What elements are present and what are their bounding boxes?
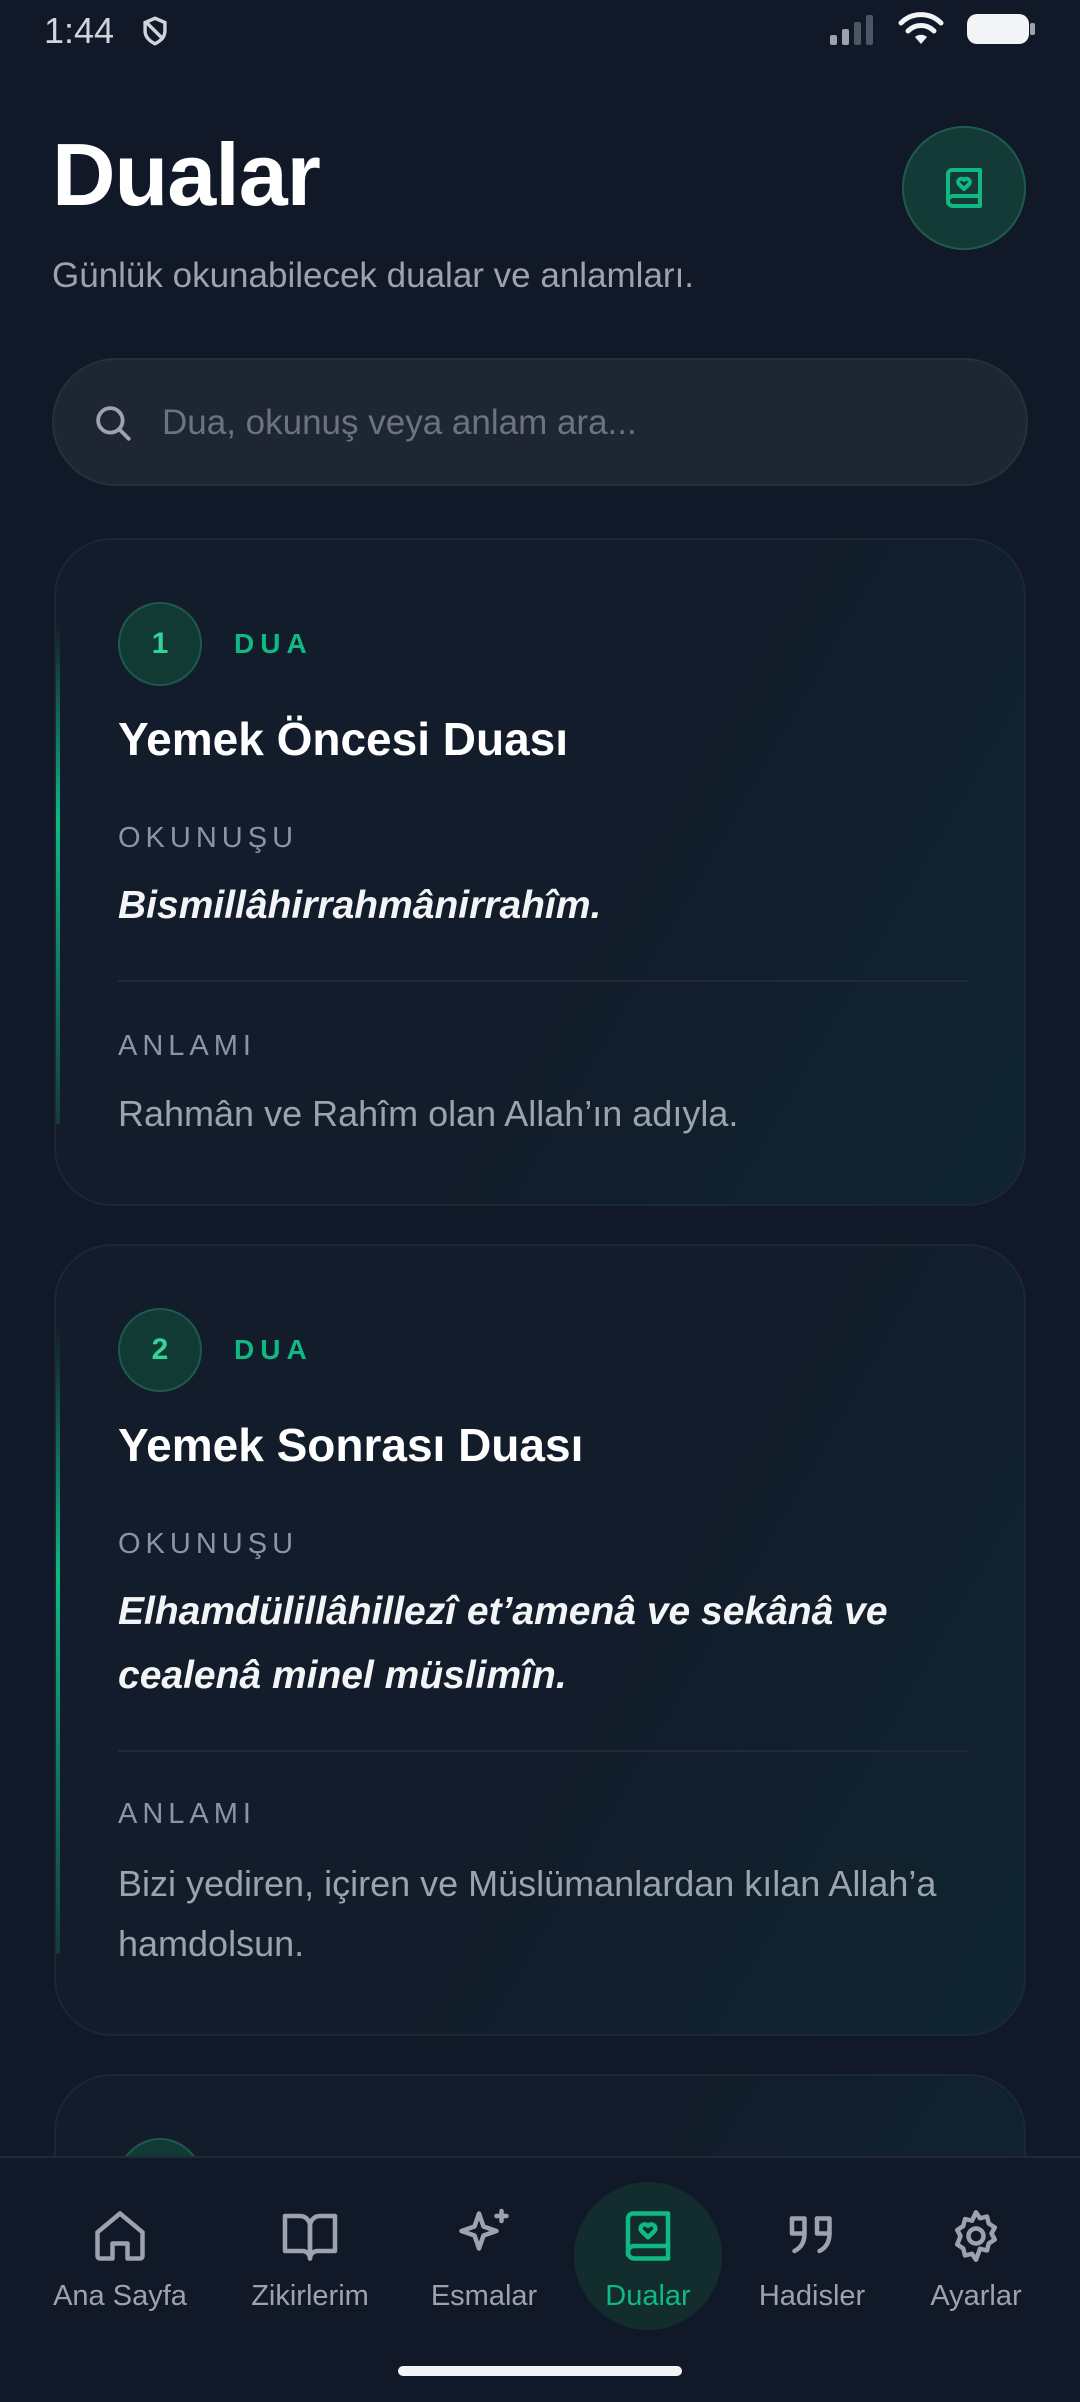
home-icon [95,2211,145,2261]
home-indicator[interactable] [398,2366,682,2376]
page-subtitle: Günlük okunabilecek dualar ve anlamları. [52,256,695,295]
reading-label: OKUNUŞU [118,1528,299,1560]
nav-item-esmalar[interactable]: Esmalar [404,2192,564,2342]
search-input[interactable] [160,390,984,456]
search-bar[interactable] [52,358,1028,486]
nav-label: Dualar [605,2280,691,2312]
card-divider [118,980,968,982]
book-heart-icon [625,2211,671,2261]
meaning-label: ANLAMI [118,1798,256,1830]
meaning-label: ANLAMI [118,1030,256,1062]
shield-icon [143,16,167,46]
page-title: Dualar [52,125,321,224]
nav-label: Zikirlerim [251,2280,369,2312]
dua-kicker: DUA [234,628,313,659]
dua-meaning: Bizi yediren, içiren ve Müslümanlardan k… [118,1863,937,1964]
dua-title: Yemek Sonrası Duası [118,1419,584,1471]
dua-kicker: DUA [234,1334,313,1365]
favorites-button[interactable] [902,126,1026,250]
book-open-icon [282,2213,338,2261]
status-time: 1:44 [44,10,115,51]
card-accent [56,1326,60,1954]
book-heart-icon [946,168,982,208]
status-bar: 1:44 [0,0,1080,60]
nav-item-home[interactable]: Ana Sayfa [40,2192,200,2342]
card-divider [118,1750,968,1752]
battery-icon [967,14,1035,44]
nav-label: Esmalar [430,2280,538,2312]
nav-label: Hadisler [758,2280,866,2312]
dua-card[interactable]: 1 DUA Yemek Öncesi Duası OKUNUŞU Bismill… [54,538,1026,1206]
search-icon [96,406,131,441]
dua-reading: Elhamdülillâhillezî et’amenâ ve sekânâ v… [118,1590,888,1697]
nav-item-hadisler[interactable]: Hadisler [732,2192,892,2342]
cellular-signal-icon [830,15,873,45]
dua-reading: Bismillâhirrahmânirrahîm. [118,884,602,927]
nav-label: Ayarlar [930,2280,1022,2312]
dua-card[interactable]: 2 DUA Yemek Sonrası Duası OKUNUŞU Elhamd… [54,1244,1026,2036]
nav-item-ayarlar[interactable]: Ayarlar [896,2192,1056,2342]
reading-label: OKUNUŞU [118,822,299,854]
nav-item-dualar[interactable]: Dualar [568,2192,728,2342]
dua-number-badge: 1 [118,602,202,686]
dua-number-badge: 2 [118,1308,202,1392]
nav-label: Ana Sayfa [53,2280,187,2312]
wifi-icon [898,12,944,44]
dua-title: Yemek Öncesi Duası [118,713,569,765]
gear-icon [955,2210,997,2262]
dua-meaning: Rahmân ve Rahîm olan Allah’ın adıyla. [118,1093,739,1134]
sparkles-icon [459,2208,509,2251]
card-accent [56,620,60,1124]
nav-item-zikirlerim[interactable]: Zikirlerim [230,2192,390,2342]
quote-icon [789,2216,832,2254]
